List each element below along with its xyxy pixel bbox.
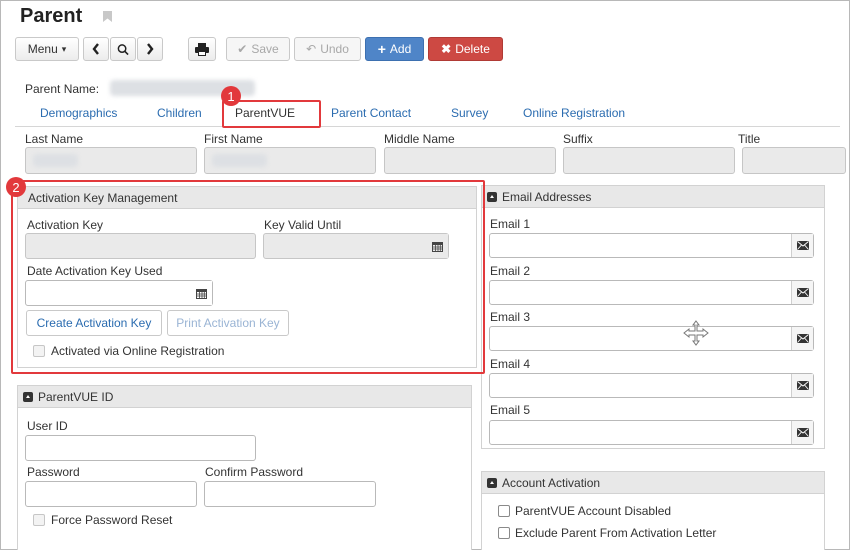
- parentvue-account-disabled-label: ParentVUE Account Disabled: [515, 504, 672, 518]
- parentvue-id-panel-title: ParentVUE ID: [38, 389, 114, 404]
- next-button[interactable]: [137, 37, 163, 61]
- email-2-label: Email 2: [490, 264, 531, 278]
- undo-icon: ↶: [306, 42, 317, 56]
- account-activation-panel-title: Account Activation: [502, 475, 601, 490]
- email-1-label: Email 1: [490, 217, 531, 231]
- callout-2-badge: 2: [6, 177, 26, 197]
- email-5-field[interactable]: [489, 420, 814, 445]
- search-icon: [117, 43, 129, 55]
- tab-survey[interactable]: Survey: [451, 106, 488, 120]
- envelope-icon[interactable]: [791, 327, 813, 350]
- email-4-field[interactable]: [489, 373, 814, 398]
- collapse-icon[interactable]: [487, 191, 497, 202]
- caret-down-icon: ▾: [61, 43, 67, 54]
- printer-icon: [195, 42, 209, 56]
- bookmark-icon[interactable]: [103, 11, 112, 22]
- tab-children[interactable]: Children: [157, 106, 202, 120]
- envelope-icon[interactable]: [791, 234, 813, 257]
- account-activation-panel-header[interactable]: Account Activation: [482, 472, 824, 494]
- exclude-activation-letter-label: Exclude Parent From Activation Letter: [515, 526, 717, 540]
- last-name-label: Last Name: [25, 132, 84, 146]
- email-5-label: Email 5: [490, 403, 531, 417]
- add-label: Add: [389, 42, 412, 56]
- chevron-left-icon: [92, 43, 99, 55]
- tab-demographics[interactable]: Demographics: [40, 106, 117, 120]
- exclude-activation-letter-checkbox[interactable]: [498, 527, 510, 539]
- callout-2-highlight: [11, 180, 485, 374]
- search-button[interactable]: [110, 37, 136, 61]
- callout-1-badge: 1: [221, 86, 241, 106]
- email-3-field[interactable]: [489, 326, 814, 351]
- user-id-field[interactable]: [25, 435, 256, 461]
- first-name-value: [212, 154, 267, 167]
- page-title: Parent: [20, 5, 83, 27]
- password-label: Password: [27, 465, 80, 479]
- tab-divider: [15, 126, 840, 127]
- user-id-label: User ID: [27, 419, 68, 433]
- email-3-label: Email 3: [490, 310, 531, 324]
- title-label: Title: [738, 132, 761, 146]
- previous-button[interactable]: [83, 37, 109, 61]
- move-cursor-icon: [683, 320, 709, 346]
- collapse-icon[interactable]: [487, 477, 497, 488]
- callout-1-highlight: [222, 100, 321, 128]
- delete-label: Delete: [455, 42, 490, 56]
- force-password-reset-checkbox[interactable]: [33, 514, 45, 526]
- email-addresses-panel-title: Email Addresses: [502, 189, 592, 204]
- title-field[interactable]: [742, 147, 846, 174]
- menu-button[interactable]: Menu ▾: [15, 37, 79, 61]
- parent-name-label: Parent Name:: [25, 82, 100, 96]
- save-label: Save: [251, 42, 279, 56]
- undo-label: Undo: [320, 42, 349, 56]
- parentvue-id-panel-header[interactable]: ParentVUE ID: [18, 386, 471, 408]
- collapse-icon[interactable]: [23, 391, 33, 402]
- checkmark-icon: ✔: [237, 42, 248, 56]
- add-button[interactable]: + Add: [365, 37, 424, 61]
- email-addresses-panel: Email Addresses: [481, 185, 825, 449]
- confirm-password-field[interactable]: [204, 481, 376, 507]
- email-1-field[interactable]: [489, 233, 814, 258]
- print-button[interactable]: [188, 37, 216, 61]
- envelope-icon[interactable]: [791, 281, 813, 304]
- last-name-value: [33, 154, 78, 167]
- menu-label: Menu: [27, 42, 58, 56]
- close-icon: ✖: [441, 42, 452, 56]
- suffix-field[interactable]: [563, 147, 735, 174]
- email-4-label: Email 4: [490, 357, 531, 371]
- middle-name-label: Middle Name: [384, 132, 455, 146]
- envelope-icon[interactable]: [791, 421, 813, 444]
- parentvue-account-disabled-checkbox[interactable]: [498, 505, 510, 517]
- delete-button[interactable]: ✖ Delete: [428, 37, 503, 61]
- email-2-field[interactable]: [489, 280, 814, 305]
- chevron-right-icon: [147, 43, 154, 55]
- confirm-password-label: Confirm Password: [205, 465, 304, 479]
- plus-icon: +: [377, 41, 386, 57]
- middle-name-field[interactable]: [384, 147, 556, 174]
- first-name-label: First Name: [204, 132, 263, 146]
- force-password-reset-label: Force Password Reset: [51, 513, 173, 527]
- tab-parent-contact[interactable]: Parent Contact: [331, 106, 411, 120]
- suffix-label: Suffix: [563, 132, 593, 146]
- password-field[interactable]: [25, 481, 197, 507]
- email-addresses-panel-header[interactable]: Email Addresses: [482, 186, 824, 208]
- tab-online-registration[interactable]: Online Registration: [523, 106, 625, 120]
- envelope-icon[interactable]: [791, 374, 813, 397]
- save-button[interactable]: ✔ Save: [226, 37, 290, 61]
- undo-button[interactable]: ↶ Undo: [294, 37, 361, 61]
